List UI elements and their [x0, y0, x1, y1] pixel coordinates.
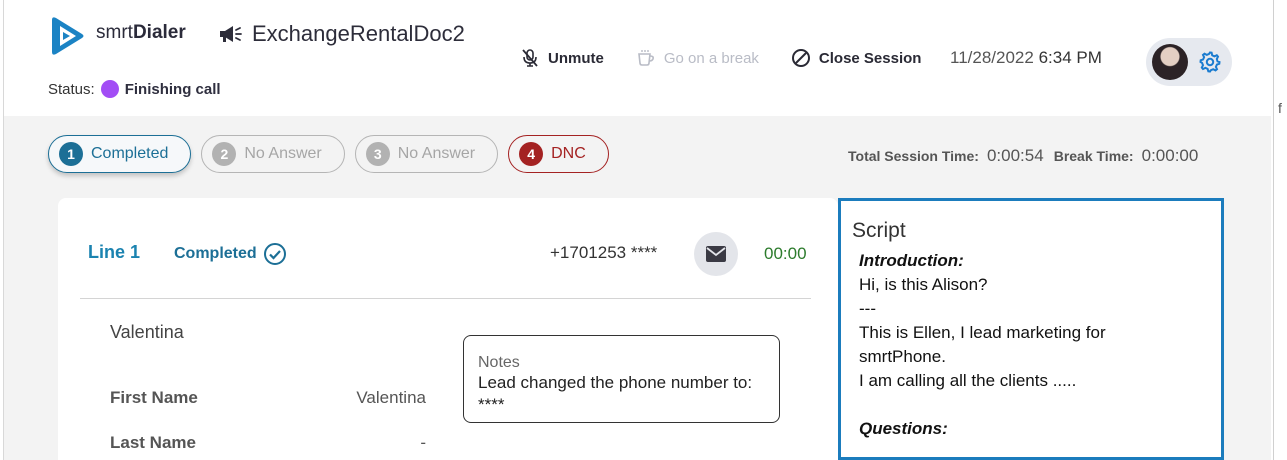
line-tab-3[interactable]: 3 No Answer: [354, 135, 499, 173]
background-text-fragment: f: [1278, 100, 1282, 116]
user-avatar[interactable]: [1152, 44, 1188, 80]
current-time: 6:34 PM: [1038, 48, 1102, 67]
first-name-label: First Name: [110, 388, 198, 407]
smrtdialer-logo-icon: [52, 17, 84, 55]
script-panel: Script Introduction: Hi, is this Alison?…: [838, 198, 1224, 460]
block-icon: [791, 49, 810, 67]
status-value: Finishing call: [124, 80, 221, 98]
line-tab-label: Completed: [91, 145, 169, 162]
right-window-edge: f: [1273, 0, 1287, 460]
header: smrtDialer Status: Finishing call Exchan…: [4, 0, 1271, 116]
envelope-icon: [706, 246, 726, 262]
first-name-value: Valentina: [356, 388, 426, 407]
session-times: Total Session Time: 0:00:54 Break Time: …: [848, 146, 1200, 166]
line-tab-label: No Answer: [397, 145, 476, 162]
campaign-name: ExchangeRentalDoc2: [252, 21, 465, 46]
line-tab-number: 4: [519, 142, 544, 166]
mic-off-icon: [522, 49, 538, 67]
script-line: This is Ellen, I lead marketing for: [859, 323, 1106, 342]
status-indicator: Status: Finishing call: [48, 80, 221, 98]
line-tab-1[interactable]: 1 Completed: [48, 135, 192, 173]
script-line: Introduction:: [859, 251, 964, 270]
script-line: smrtPhone.: [859, 347, 946, 366]
brand-name-light: smrt: [96, 22, 133, 43]
coffee-cup-icon: [637, 50, 654, 66]
unmute-label: Unmute: [548, 49, 604, 67]
close-session-label: Close Session: [818, 49, 922, 67]
break-time-value: 0:00:00: [1141, 146, 1199, 165]
campaign-title: ExchangeRentalDoc2: [218, 21, 465, 47]
contact-name: Valentina: [110, 322, 184, 342]
script-line: Hi, is this Alison?: [859, 275, 988, 294]
current-date: 11/28/2022: [950, 48, 1034, 67]
go-on-break-label: Go on a break: [663, 49, 759, 67]
go-on-break-button[interactable]: Go on a break: [636, 48, 759, 68]
notes-placeholder: Notes: [478, 354, 520, 371]
last-name-value: -: [420, 433, 426, 452]
brand-name-bold: Dialer: [132, 22, 186, 43]
app-window: f smrtDialer Status: Finishing call Exch…: [0, 0, 1287, 460]
line-status: Completed: [174, 242, 287, 266]
call-toolbar: Unmute Go on a break Close Session: [520, 48, 953, 68]
total-session-label: Total Session Time:: [848, 148, 979, 164]
unmute-button[interactable]: Unmute: [520, 48, 604, 68]
brand-name: smrtDialer: [96, 22, 186, 44]
call-card: Line 1 Completed +1701253 **** 00:00 Val…: [58, 198, 838, 460]
phone-number: +1701253 ****: [550, 243, 658, 262]
line-tab-label: No Answer: [244, 145, 322, 162]
line-tab-number: 2: [212, 142, 237, 166]
script-line: [852, 393, 1210, 417]
script-title: Script: [852, 219, 906, 242]
divider: [80, 298, 811, 299]
send-email-button[interactable]: [694, 232, 738, 276]
status-dot-icon: [100, 80, 119, 98]
close-session-button[interactable]: Close Session: [791, 48, 922, 68]
line-label: Line 1: [88, 242, 141, 262]
line-tabs: 1 Completed 2 No Answer 3 No Answer 4 DN…: [48, 135, 609, 173]
notes-text: Lead changed the phone number to: ****: [478, 373, 753, 414]
call-timer: 00:00: [764, 244, 807, 263]
script-line: I am calling all the clients .....: [859, 371, 1077, 390]
line-status-text: Completed: [174, 245, 257, 262]
line-tab-4[interactable]: 4 DNC: [508, 135, 609, 173]
gear-icon[interactable]: [1198, 50, 1222, 74]
last-name-label: Last Name: [110, 433, 196, 452]
script-line: ---: [859, 299, 876, 318]
break-time-label: Break Time:: [1053, 148, 1134, 164]
line-tab-label: DNC: [551, 145, 586, 162]
total-session-value: 0:00:54: [986, 146, 1044, 165]
user-menu[interactable]: [1146, 38, 1232, 86]
status-label: Status:: [48, 80, 95, 98]
line-tab-2[interactable]: 2 No Answer: [201, 135, 345, 173]
line-tab-number: 1: [59, 142, 83, 166]
current-datetime: 11/28/2022 6:34 PM: [950, 48, 1102, 68]
line-tab-number: 3: [365, 142, 390, 166]
script-line: Questions:: [859, 419, 948, 438]
megaphone-icon: [220, 26, 242, 42]
check-circle-icon: [263, 243, 286, 265]
notes-textarea[interactable]: Notes Lead changed the phone number to: …: [463, 335, 780, 423]
